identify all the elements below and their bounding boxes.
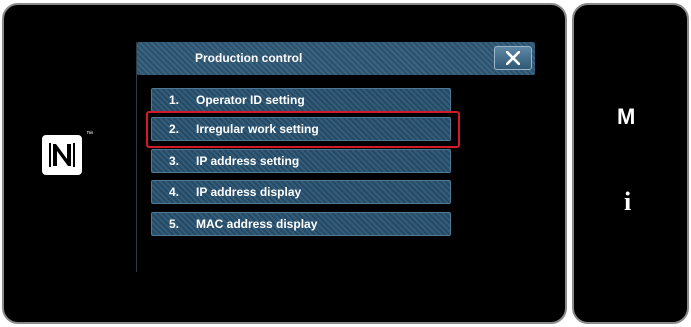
trademark-mark: ™	[86, 131, 93, 138]
menu-item-number: 4.	[169, 185, 180, 199]
menu-item-ip-address-display[interactable]: 4. IP address display	[151, 180, 451, 204]
menu-item-ip-address-setting[interactable]: 3. IP address setting	[151, 149, 451, 173]
mode-button[interactable]: M	[617, 104, 635, 130]
dialog-title: Production control	[195, 51, 303, 65]
close-icon	[506, 51, 520, 65]
nfc-glyph	[49, 143, 75, 167]
menu-item-label: Operator ID setting	[196, 93, 305, 107]
menu-item-number: 3.	[169, 154, 180, 168]
production-control-dialog: Production control 1. Operator ID settin…	[136, 42, 535, 272]
selection-highlight	[146, 111, 460, 148]
nfc-icon[interactable]	[42, 135, 82, 175]
menu-item-number: 1.	[169, 93, 180, 107]
menu-item-label: IP address display	[196, 185, 302, 199]
menu-item-number: 5.	[169, 217, 180, 231]
info-button[interactable]: i	[624, 187, 631, 217]
side-screen	[572, 3, 689, 324]
menu-item-label: MAC address display	[196, 217, 318, 231]
menu-item-mac-address-display[interactable]: 5. MAC address display	[151, 212, 451, 236]
menu-item-label: IP address setting	[196, 154, 300, 168]
dialog-titlebar: Production control	[137, 42, 535, 75]
menu-item-operator-id-setting[interactable]: 1. Operator ID setting	[151, 88, 451, 112]
close-button[interactable]	[494, 46, 532, 70]
